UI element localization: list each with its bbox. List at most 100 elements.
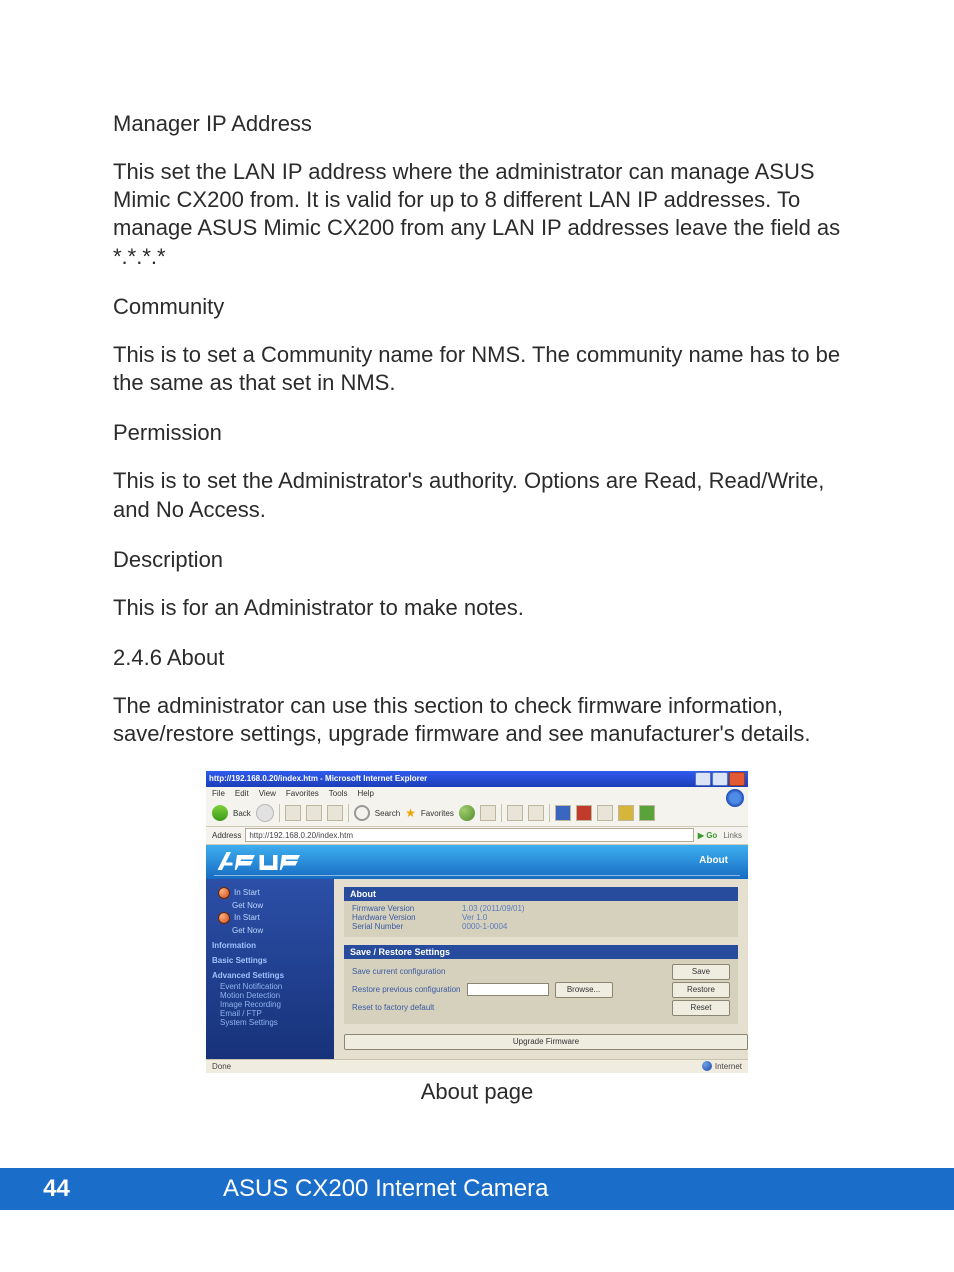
content-area: About Firmware Version1.03 (2011/09/01) … bbox=[334, 879, 748, 1059]
favorites-label: Favorites bbox=[421, 809, 454, 818]
save-restore-panel-title: Save / Restore Settings bbox=[344, 945, 738, 959]
page-footer: 44 ASUS CX200 Internet Camera bbox=[0, 1168, 954, 1210]
print-icon[interactable] bbox=[528, 805, 544, 821]
sidebar-item[interactable]: Image Recording bbox=[220, 1000, 330, 1009]
screenshot-figure: http://192.168.0.20/index.htm - Microsof… bbox=[206, 771, 748, 1105]
links-label[interactable]: Links bbox=[723, 831, 742, 840]
discuss-icon[interactable] bbox=[576, 805, 592, 821]
window-title: http://192.168.0.20/index.htm - Microsof… bbox=[209, 774, 427, 783]
extra-icon[interactable] bbox=[639, 805, 655, 821]
separator-icon bbox=[549, 804, 550, 822]
status-left: Done bbox=[212, 1062, 231, 1071]
close-icon[interactable] bbox=[729, 772, 745, 786]
menu-help[interactable]: Help bbox=[357, 789, 373, 798]
titlebar: http://192.168.0.20/index.htm - Microsof… bbox=[206, 771, 748, 787]
about-key: Hardware Version bbox=[352, 913, 462, 922]
page-number: 44 bbox=[0, 1168, 113, 1210]
minimize-icon[interactable] bbox=[695, 772, 711, 786]
messenger-icon[interactable] bbox=[618, 805, 634, 821]
about-key: Serial Number bbox=[352, 922, 462, 931]
separator-icon bbox=[501, 804, 502, 822]
status-right: Internet bbox=[715, 1062, 742, 1071]
upgrade-firmware-button[interactable]: Upgrade Firmware bbox=[344, 1034, 748, 1050]
save-button[interactable]: Save bbox=[672, 964, 730, 980]
heading-community: Community bbox=[113, 293, 841, 321]
about-val: 1.03 (2011/09/01) bbox=[462, 904, 525, 913]
browse-button[interactable]: Browse... bbox=[555, 982, 613, 998]
heading-manager-ip: Manager IP Address bbox=[113, 110, 841, 138]
address-bar: Address http://192.168.0.20/index.htm ▶ … bbox=[206, 827, 748, 845]
about-panel-title: About bbox=[344, 887, 738, 901]
bullet-icon bbox=[218, 887, 230, 899]
heading-description: Description bbox=[113, 546, 841, 574]
status-bar: Done Internet bbox=[206, 1059, 748, 1073]
body-manager-ip: This set the LAN IP address where the ad… bbox=[113, 158, 841, 271]
menu-bar: File Edit View Favorites Tools Help bbox=[206, 787, 748, 801]
sidebar-item[interactable]: Email / FTP bbox=[220, 1009, 330, 1018]
menu-favorites[interactable]: Favorites bbox=[286, 789, 319, 798]
address-label: Address bbox=[212, 831, 241, 840]
sidebar-item[interactable]: Get Now bbox=[232, 901, 263, 910]
about-val: Ver 1.0 bbox=[462, 913, 487, 922]
back-label: Back bbox=[233, 809, 251, 818]
toolbar: Back Search ★ Favorites bbox=[206, 801, 748, 827]
footer-title: ASUS CX200 Internet Camera bbox=[113, 1168, 954, 1210]
history-icon[interactable] bbox=[480, 805, 496, 821]
about-val: 0000-1-0004 bbox=[462, 922, 507, 931]
separator-icon bbox=[279, 804, 280, 822]
sidebar-item[interactable]: Motion Detection bbox=[220, 991, 330, 1000]
separator-icon bbox=[348, 804, 349, 822]
about-panel: About Firmware Version1.03 (2011/09/01) … bbox=[344, 887, 738, 937]
save-row-label: Save current configuration bbox=[352, 967, 445, 976]
header-underline bbox=[214, 875, 740, 876]
restore-button[interactable]: Restore bbox=[672, 982, 730, 998]
asus-logo-icon bbox=[216, 849, 306, 873]
sidebar-title-basic[interactable]: Basic Settings bbox=[212, 956, 330, 965]
sidebar-title-information[interactable]: Information bbox=[212, 941, 330, 950]
heading-about: 2.4.6 About bbox=[113, 644, 841, 672]
bullet-icon bbox=[218, 912, 230, 924]
sidebar-item[interactable]: Event Notification bbox=[220, 982, 330, 991]
home-icon[interactable] bbox=[327, 805, 343, 821]
sidebar-item[interactable]: Get Now bbox=[232, 926, 263, 935]
body-about: The administrator can use this section t… bbox=[113, 692, 841, 748]
heading-permission: Permission bbox=[113, 419, 841, 447]
body-permission: This is to set the Administrator's autho… bbox=[113, 467, 841, 523]
forward-icon[interactable] bbox=[256, 804, 274, 822]
internet-icon bbox=[702, 1061, 712, 1071]
search-icon[interactable] bbox=[354, 805, 370, 821]
reset-row-label: Reset to factory default bbox=[352, 1003, 434, 1012]
sidebar-item[interactable]: In Start bbox=[234, 888, 260, 897]
media-icon[interactable] bbox=[459, 805, 475, 821]
page-header: About bbox=[206, 845, 748, 879]
go-button[interactable]: ▶ Go bbox=[698, 831, 717, 840]
header-section-title: About bbox=[699, 855, 728, 866]
about-key: Firmware Version bbox=[352, 904, 462, 913]
stop-icon[interactable] bbox=[285, 805, 301, 821]
menu-edit[interactable]: Edit bbox=[235, 789, 249, 798]
body-description: This is for an Administrator to make not… bbox=[113, 594, 841, 622]
sidebar: In Start Get Now In Start Get Now Inform… bbox=[206, 879, 334, 1059]
menu-tools[interactable]: Tools bbox=[329, 789, 348, 798]
research-icon[interactable] bbox=[597, 805, 613, 821]
address-input[interactable]: http://192.168.0.20/index.htm bbox=[245, 828, 693, 842]
body-community: This is to set a Community name for NMS.… bbox=[113, 341, 841, 397]
menu-file[interactable]: File bbox=[212, 789, 225, 798]
window-buttons bbox=[695, 772, 745, 786]
sidebar-title-advanced[interactable]: Advanced Settings bbox=[212, 971, 330, 980]
restore-file-input[interactable] bbox=[467, 983, 549, 996]
maximize-icon[interactable] bbox=[712, 772, 728, 786]
menu-view[interactable]: View bbox=[259, 789, 276, 798]
refresh-icon[interactable] bbox=[306, 805, 322, 821]
edit-icon[interactable] bbox=[555, 805, 571, 821]
search-label: Search bbox=[375, 809, 400, 818]
favorites-icon[interactable]: ★ bbox=[405, 806, 416, 820]
reset-button[interactable]: Reset bbox=[672, 1000, 730, 1016]
browser-window: http://192.168.0.20/index.htm - Microsof… bbox=[206, 771, 748, 1073]
sidebar-item[interactable]: In Start bbox=[234, 913, 260, 922]
back-icon[interactable] bbox=[212, 805, 228, 821]
sidebar-item[interactable]: System Settings bbox=[220, 1018, 330, 1027]
ie-logo-icon bbox=[726, 789, 744, 807]
figure-caption: About page bbox=[206, 1079, 748, 1105]
mail-icon[interactable] bbox=[507, 805, 523, 821]
